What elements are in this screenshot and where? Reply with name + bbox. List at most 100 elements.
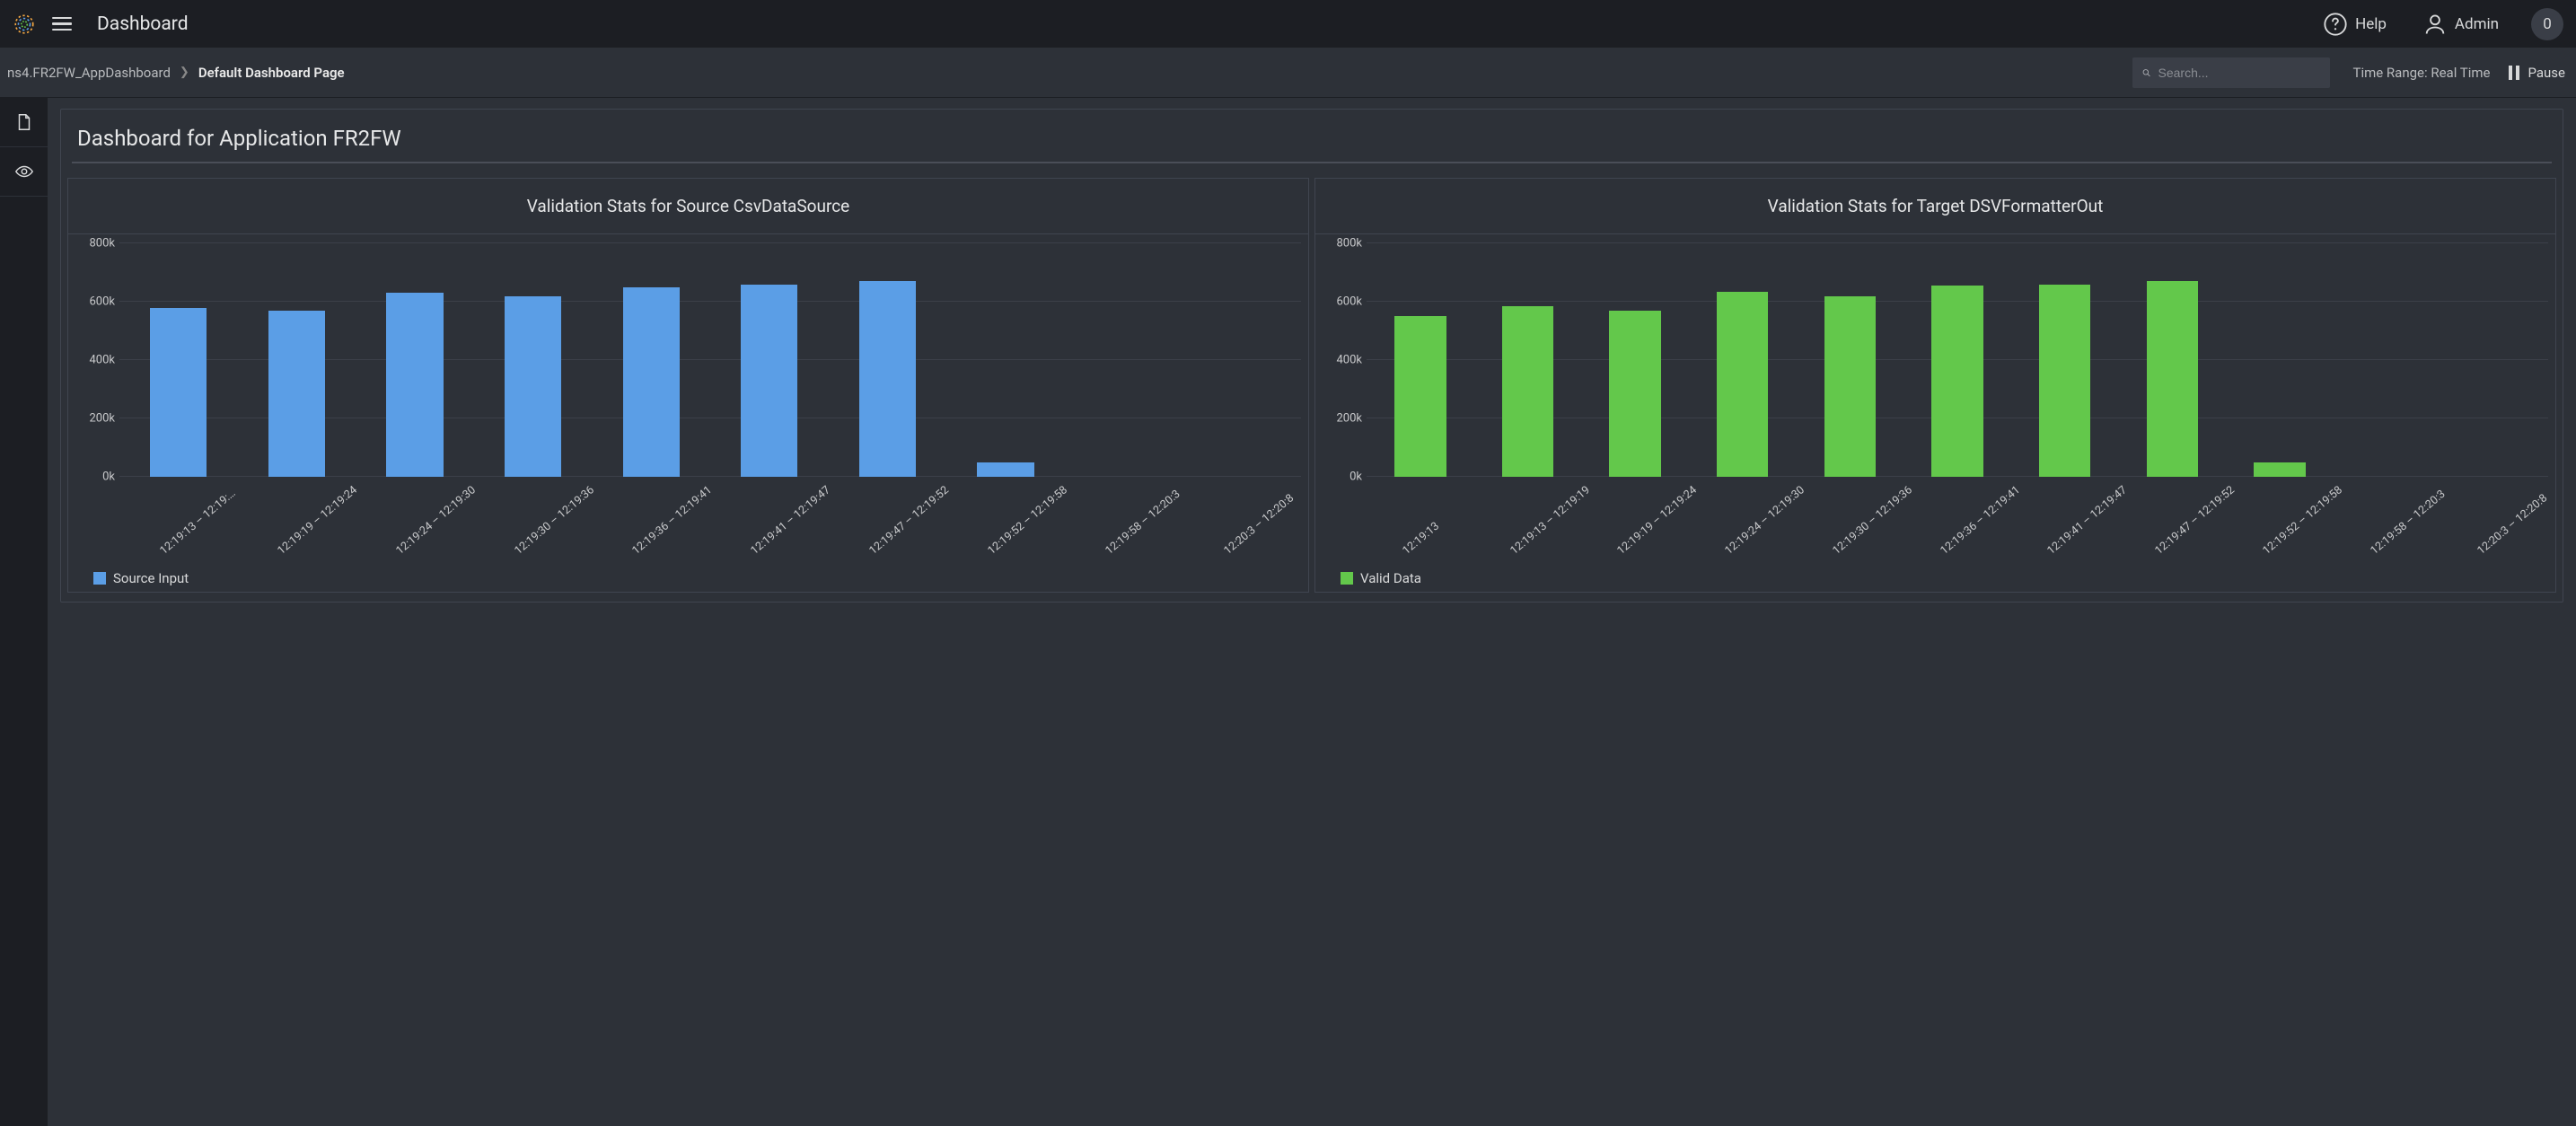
- x-axis: 12:19:13 – 12:19:…12:19:19 – 12:19:2412:…: [119, 477, 1301, 567]
- y-tick-label: 400k: [1336, 354, 1362, 367]
- x-tick-label: 12:19:58 – 12:20:3: [2368, 488, 2448, 558]
- panel-title: Dashboard for Application FR2FW: [72, 126, 2552, 163]
- x-tick: 12:19:13: [1366, 477, 1473, 567]
- left-sidebar: [0, 98, 48, 1126]
- notification-badge[interactable]: 0: [2531, 8, 2563, 40]
- x-tick: 12:20:3 – 12:20:8: [2440, 477, 2548, 567]
- app-logo: [13, 13, 36, 36]
- pause-button[interactable]: Pause: [2508, 65, 2565, 81]
- bar[interactable]: [623, 287, 680, 477]
- x-tick-label: 12:19:19 – 12:19:24: [276, 483, 361, 558]
- bar[interactable]: [150, 308, 207, 478]
- x-tick: 12:19:19 – 12:19:24: [237, 477, 356, 567]
- dashboard-panel: Dashboard for Application FR2FW Validati…: [60, 109, 2563, 603]
- x-tick-label: 12:19:30 – 12:19:36: [512, 483, 597, 558]
- x-tick-label: 12:19:13 – 12:19:…: [157, 487, 238, 558]
- bars-container: [119, 243, 1301, 477]
- x-tick: 12:19:30 – 12:19:36: [473, 477, 592, 567]
- legend-swatch: [93, 572, 106, 585]
- x-tick: 12:19:47 – 12:19:52: [828, 477, 946, 567]
- bar-slot: [474, 243, 593, 477]
- chart-plot: 0k200k400k600k800k: [75, 243, 1301, 477]
- bar[interactable]: [1394, 316, 1446, 477]
- help-button[interactable]: Help: [2323, 12, 2387, 37]
- charts-row: Validation Stats for Source CsvDataSourc…: [66, 178, 2557, 593]
- x-tick-label: 12:19:47 – 12:19:52: [2152, 483, 2238, 558]
- x-tick: 12:19:52 – 12:19:58: [2226, 477, 2334, 567]
- bar[interactable]: [2039, 285, 2090, 478]
- x-tick-label: 12:19:52 – 12:19:58: [2260, 483, 2345, 558]
- y-tick-label: 200k: [1336, 412, 1362, 426]
- bar[interactable]: [1824, 296, 1876, 478]
- admin-button[interactable]: Admin: [2422, 12, 2499, 37]
- x-tick: 12:19:41 – 12:19:47: [2010, 477, 2118, 567]
- pause-label: Pause: [2528, 65, 2565, 81]
- bar[interactable]: [386, 293, 443, 477]
- y-axis: 0k200k400k600k800k: [1323, 243, 1366, 477]
- x-tick-label: 12:19:24 – 12:19:30: [1722, 483, 1807, 558]
- x-axis: 12:19:1312:19:13 – 12:19:1912:19:19 – 12…: [1366, 477, 2548, 567]
- x-tick: 12:19:36 – 12:19:41: [1903, 477, 2011, 567]
- page-title: Dashboard: [97, 13, 189, 35]
- chart-title: Validation Stats for Source CsvDataSourc…: [68, 179, 1308, 234]
- search-box[interactable]: [2132, 57, 2330, 88]
- x-tick-label: 12:19:13: [1400, 520, 1442, 558]
- y-tick-label: 0k: [1350, 471, 1362, 484]
- plot-area: [1366, 243, 2548, 477]
- bar[interactable]: [505, 296, 561, 478]
- badge-count: 0: [2543, 15, 2552, 33]
- eye-icon: [14, 162, 34, 181]
- bar[interactable]: [2147, 281, 2198, 477]
- bar[interactable]: [859, 281, 916, 477]
- bar-slot: [946, 243, 1065, 477]
- x-tick-label: 12:19:47 – 12:19:52: [866, 483, 952, 558]
- bar[interactable]: [1717, 292, 1768, 477]
- x-tick: 12:19:41 – 12:19:47: [710, 477, 829, 567]
- sidebar-item-view[interactable]: [0, 147, 48, 197]
- x-tick: 12:19:19 – 12:19:24: [1580, 477, 1688, 567]
- search-input[interactable]: [2158, 66, 2321, 80]
- chevron-right-icon: ❯: [180, 66, 189, 79]
- subheader: ns4.FR2FW_AppDashboard ❯ Default Dashboa…: [0, 48, 2576, 98]
- y-tick-label: 200k: [89, 412, 115, 426]
- breadcrumb-root[interactable]: ns4.FR2FW_AppDashboard: [7, 65, 171, 81]
- user-icon: [2422, 12, 2448, 37]
- bar-slot: [1689, 243, 1797, 477]
- time-range-label[interactable]: Time Range: Real Time: [2353, 65, 2491, 81]
- bar[interactable]: [268, 311, 325, 477]
- breadcrumb: ns4.FR2FW_AppDashboard ❯ Default Dashboa…: [7, 65, 345, 81]
- x-tick-label: 12:19:19 – 12:19:24: [1615, 483, 1701, 558]
- bars-container: [1367, 243, 2548, 477]
- bar[interactable]: [1609, 311, 1660, 477]
- x-tick: 12:19:58 – 12:20:3: [1065, 477, 1183, 567]
- bar-slot: [2334, 243, 2441, 477]
- x-tick-label: 12:19:36 – 12:19:41: [1938, 483, 2023, 558]
- x-tick-label: 12:19:13 – 12:19:19: [1508, 483, 1593, 558]
- x-tick: 12:19:52 – 12:19:58: [946, 477, 1065, 567]
- bar-slot: [1797, 243, 1904, 477]
- y-tick-label: 800k: [1336, 237, 1362, 251]
- bar[interactable]: [2254, 462, 2305, 477]
- bar-slot: [356, 243, 474, 477]
- x-tick: 12:19:47 – 12:19:52: [2118, 477, 2226, 567]
- bar-slot: [119, 243, 238, 477]
- bar[interactable]: [977, 462, 1033, 477]
- main-content: Dashboard for Application FR2FW Validati…: [48, 98, 2576, 1126]
- page-icon: [14, 112, 34, 132]
- x-tick: 12:19:24 – 12:19:30: [1688, 477, 1796, 567]
- y-tick-label: 0k: [102, 471, 115, 484]
- legend-swatch: [1341, 572, 1353, 585]
- bar-slot: [1182, 243, 1301, 477]
- x-tick-label: 12:19:41 – 12:19:47: [749, 483, 834, 558]
- menu-icon[interactable]: [52, 17, 72, 31]
- bar[interactable]: [1931, 286, 1983, 477]
- bar-slot: [1581, 243, 1689, 477]
- bar-slot: [2011, 243, 2119, 477]
- legend-label: Source Input: [113, 570, 189, 586]
- sidebar-item-page[interactable]: [0, 98, 48, 147]
- bar[interactable]: [741, 285, 797, 478]
- bar[interactable]: [1502, 306, 1553, 477]
- search-icon: [2141, 63, 2151, 83]
- x-tick-label: 12:20:3 – 12:20:8: [1221, 491, 1297, 558]
- x-tick: 12:20:3 – 12:20:8: [1182, 477, 1301, 567]
